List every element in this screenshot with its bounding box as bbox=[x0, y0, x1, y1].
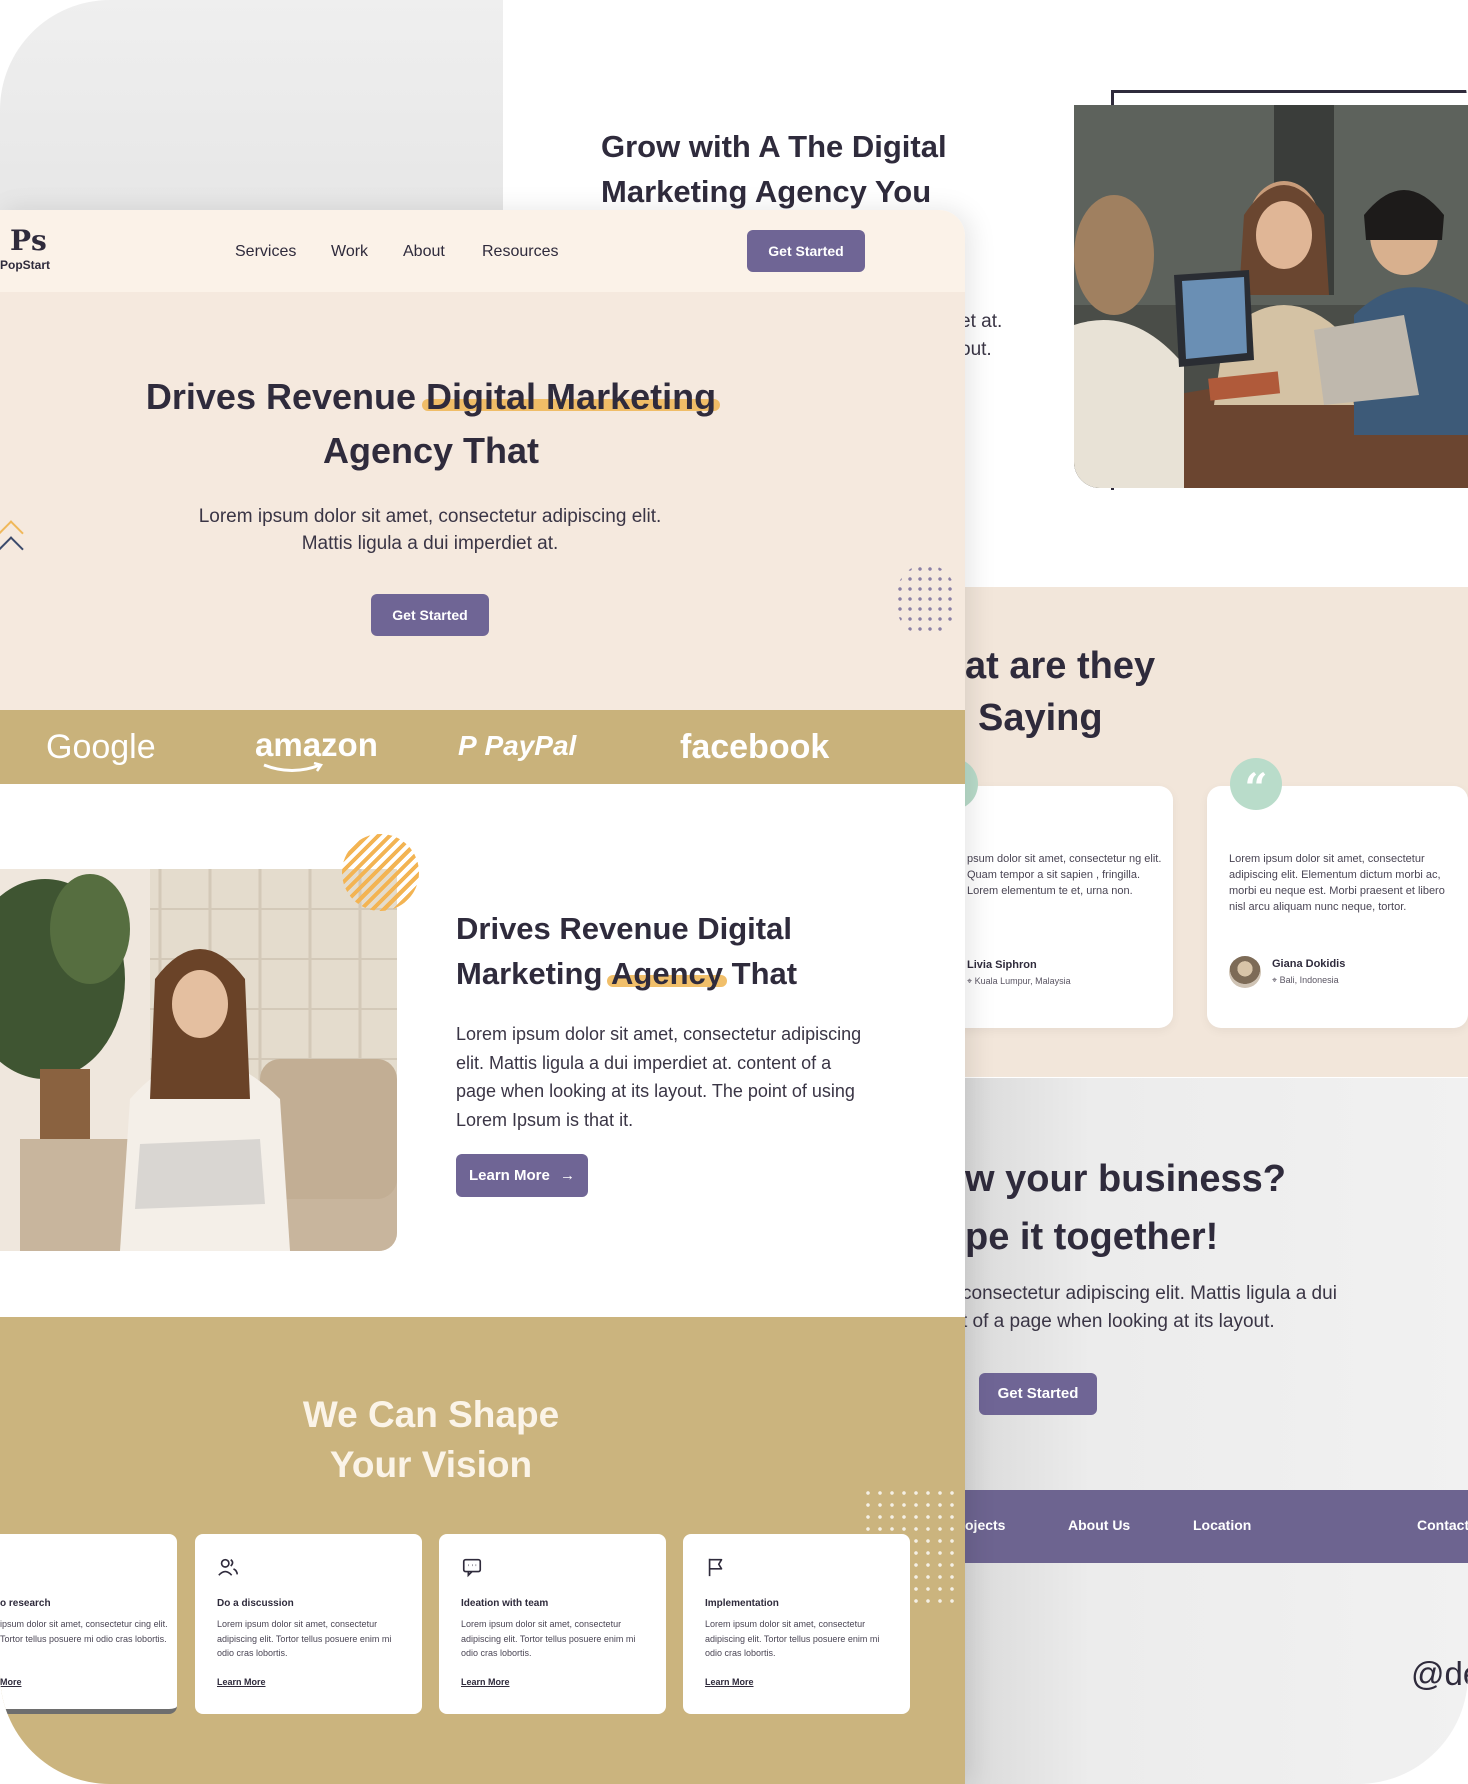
back-hero-text-fragment: et at. out. bbox=[960, 311, 1003, 360]
background-panel bbox=[0, 0, 503, 230]
striped-circle-decoration bbox=[342, 834, 419, 911]
amazon-logo: amazon bbox=[255, 726, 378, 763]
footer-link-projects[interactable]: ojects bbox=[965, 1517, 1005, 1533]
chevron-up-icon bbox=[0, 536, 24, 562]
service-card-research: o research ipsum dolor sit amet, consect… bbox=[0, 1534, 177, 1714]
brand-logos-bar: Google amazon P PayPal facebook bbox=[0, 710, 965, 784]
quote-icon: “ bbox=[1230, 758, 1282, 812]
nav-item-services[interactable]: Services bbox=[235, 243, 296, 261]
footer-link-contact[interactable]: Contact bbox=[1417, 1517, 1468, 1533]
testimonial-card: Lorem ipsum dolor sit amet, consectetur … bbox=[1207, 786, 1468, 1028]
facebook-logo: facebook bbox=[680, 728, 830, 766]
service-card-discussion: Do a discussion Lorem ipsum dolor sit am… bbox=[195, 1534, 422, 1714]
vision-title: We Can Shape Your Vision bbox=[302, 1394, 560, 1485]
google-logo: Google bbox=[46, 728, 156, 766]
nav-item-about[interactable]: About bbox=[403, 243, 445, 261]
front-page-mockup: Ps PopStart Services Work About Resource… bbox=[0, 210, 965, 1784]
showcase-frame: Grow with A The Digital Marketing Agency… bbox=[0, 0, 1468, 1784]
amazon-smile-icon bbox=[263, 762, 323, 772]
hero-title: Drives Revenue Digital Marketing Agency … bbox=[145, 376, 717, 471]
learn-more-button[interactable]: Learn More → bbox=[456, 1154, 588, 1197]
logo[interactable]: Ps bbox=[10, 224, 47, 257]
testimonials-heading: at are they Saying bbox=[965, 645, 1156, 739]
footer-link-about-us[interactable]: About Us bbox=[1068, 1517, 1130, 1533]
testimonial-card: psum dolor sit amet, consectetur ng elit… bbox=[945, 786, 1173, 1028]
avatar bbox=[1229, 956, 1261, 988]
hero-section bbox=[0, 292, 965, 710]
footer-nav: ojects About Us Location Contact bbox=[965, 1490, 1468, 1563]
nav-item-resources[interactable]: Resources bbox=[482, 243, 558, 261]
location-label: ⌖ Kuala Lumpur, Malaysia bbox=[967, 976, 1071, 986]
hero-get-started-button[interactable]: Get Started bbox=[371, 594, 489, 636]
woman-with-laptop-photo bbox=[0, 869, 397, 1251]
arrow-right-icon: → bbox=[560, 1167, 576, 1184]
get-started-button[interactable]: Get Started bbox=[979, 1373, 1097, 1415]
about-section: Drives Revenue Digital Marketing Agency … bbox=[0, 784, 965, 1317]
nav-get-started-button[interactable]: Get Started bbox=[747, 230, 865, 272]
card-learn-more-link[interactable]: Learn More bbox=[217, 1677, 266, 1687]
vision-section: We Can Shape Your Vision o research ipsu… bbox=[0, 1317, 965, 1784]
card-learn-more-link[interactable]: More bbox=[0, 1677, 22, 1687]
nav-item-work[interactable]: Work bbox=[331, 243, 368, 261]
chat-icon bbox=[462, 1558, 482, 1578]
location-pin-icon: ⌖ bbox=[1272, 975, 1278, 985]
location-label: ⌖ Bali, Indonesia bbox=[1272, 975, 1339, 985]
paypal-logo: P PayPal bbox=[458, 730, 577, 761]
team-photo bbox=[1074, 105, 1468, 488]
paypal-icon: P bbox=[458, 730, 477, 761]
card-learn-more-link[interactable]: Learn More bbox=[461, 1677, 510, 1687]
logo-text: PopStart bbox=[0, 258, 51, 272]
back-hero-title: Grow with A The Digital Marketing Agency… bbox=[601, 129, 947, 209]
footer-link-location[interactable]: Location bbox=[1193, 1517, 1251, 1533]
flag-icon bbox=[708, 1558, 723, 1577]
service-card-implementation: Implementation Lorem ipsum dolor sit ame… bbox=[683, 1534, 910, 1714]
card-learn-more-link[interactable]: Learn More bbox=[705, 1677, 754, 1687]
author-handle: @de bbox=[1411, 1655, 1468, 1692]
users-icon bbox=[218, 1558, 238, 1576]
header-nav: Ps PopStart Services Work About Resource… bbox=[0, 210, 965, 292]
hero-text: Lorem ipsum dolor sit amet, consectetur … bbox=[198, 506, 662, 554]
dot-pattern bbox=[895, 564, 957, 636]
cta-text: consectetur adipiscing elit. Mattis ligu… bbox=[962, 1283, 1337, 1332]
location-pin-icon: ⌖ bbox=[967, 976, 973, 986]
cta-title: w your business? pe it together! bbox=[965, 1158, 1286, 1258]
service-card-ideation: Ideation with team Lorem ipsum dolor sit… bbox=[439, 1534, 666, 1714]
about-text: Lorem ipsum dolor sit amet, consectetur … bbox=[456, 1024, 862, 1130]
about-title: Drives Revenue Digital Marketing Agency … bbox=[456, 911, 798, 991]
